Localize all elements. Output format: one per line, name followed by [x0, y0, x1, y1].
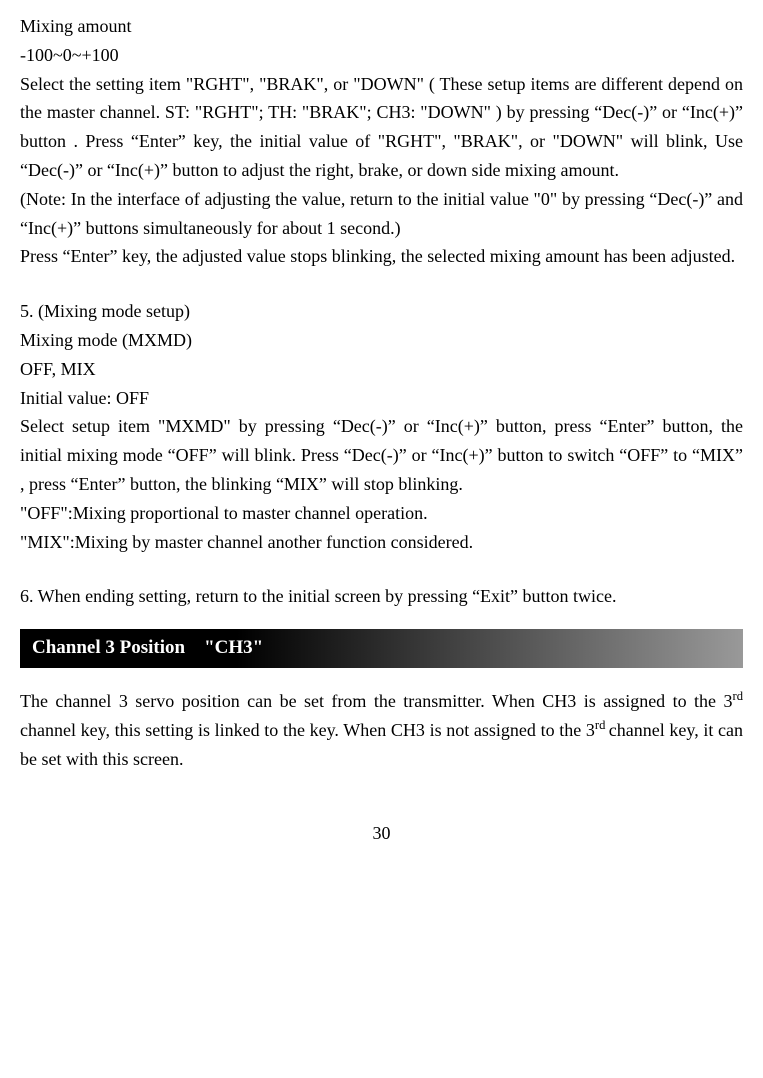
mixing-amount-range: -100~0~+100 [20, 41, 743, 70]
mixing-amount-para2: Press “Enter” key, the adjusted value st… [20, 242, 743, 271]
section-header-ch3: Channel 3 Position "CH3" [20, 629, 743, 667]
section5-initial: Initial value: OFF [20, 384, 743, 413]
section5-mix-desc: "MIX":Mixing by master channel another f… [20, 528, 743, 557]
ordinal-rd-2: rd [595, 718, 609, 732]
ch3-para-pre: The channel 3 servo position can be set … [20, 691, 733, 711]
section5-off-desc: "OFF":Mixing proportional to master chan… [20, 499, 743, 528]
ch3-para-mid: channel key, this setting is linked to t… [20, 720, 595, 740]
mixing-amount-note: (Note: In the interface of adjusting the… [20, 185, 743, 243]
section6-text: 6. When ending setting, return to the in… [20, 582, 743, 611]
section5-mode-label: Mixing mode (MXMD) [20, 326, 743, 355]
ch3-para: The channel 3 servo position can be set … [20, 686, 743, 774]
section5-options: OFF, MIX [20, 355, 743, 384]
mixing-amount-label: Mixing amount [20, 12, 743, 41]
section5-para1: Select setup item "MXMD" by pressing “De… [20, 412, 743, 498]
section5-title: 5. (Mixing mode setup) [20, 297, 743, 326]
ordinal-rd-1: rd [733, 689, 744, 703]
page-number: 30 [20, 819, 743, 848]
mixing-amount-para1: Select the setting item "RGHT", "BRAK", … [20, 70, 743, 185]
